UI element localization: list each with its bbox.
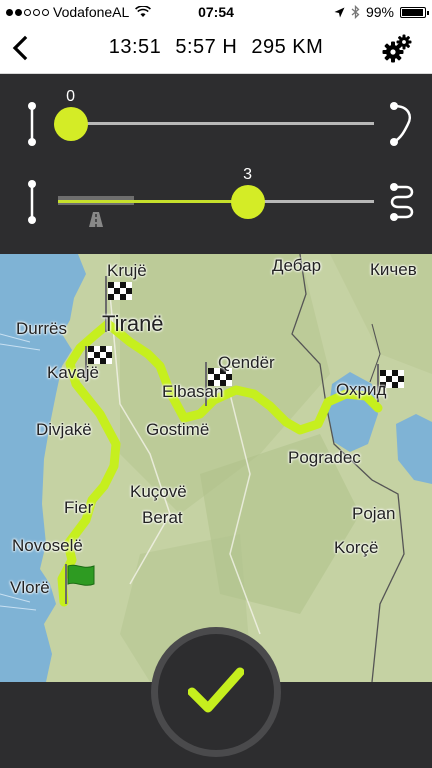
bluetooth-icon [351, 5, 360, 19]
hilliness-slider[interactable]: 3 [58, 166, 374, 227]
curviness-slider[interactable]: 0 [53, 88, 374, 141]
location-arrow-icon [334, 7, 345, 17]
map-label-qender: Qendër [218, 353, 275, 372]
battery-percent: 99% [365, 4, 394, 20]
checkmark-icon [188, 667, 244, 713]
map-label-vlore: Vlorë [10, 578, 50, 597]
map-label-berat: Berat [142, 508, 183, 527]
navigation-bar: 13:51 5:57 H 295 KM [0, 24, 432, 74]
map-label-kavaje: Kavajë [47, 363, 99, 382]
confirm-route-button[interactable] [158, 634, 274, 750]
map-label-pogradec: Pogradec [288, 448, 361, 467]
settings-button[interactable] [380, 32, 414, 66]
curviness-value: 0 [66, 88, 76, 105]
straight-road-icon[interactable] [20, 177, 50, 227]
map-label-pojan: Pojan [352, 504, 396, 523]
route-map[interactable]: Krujë Tiranë Durrës Kavajë Qendër Elbasa… [0, 254, 432, 682]
highway-icon [88, 212, 103, 227]
curviness-slider-row: 0 [0, 84, 432, 164]
map-label-novosele: Novoselë [12, 536, 83, 555]
map-label-tirane: Tiranë [102, 311, 164, 336]
map-label-kicevo: Кичев [370, 260, 417, 279]
checkered-flag-icon [108, 282, 132, 300]
route-distance: 295 KM [251, 36, 324, 58]
map-label-fier: Fier [64, 498, 94, 517]
map-label-kucove: Kuçovë [130, 482, 187, 501]
map-label-divjake: Divjakë [36, 420, 92, 439]
map-label-kruje: Krujë [107, 261, 147, 280]
start-flag-icon [67, 564, 95, 586]
route-summary: 13:51 5:57 H 295 KM [0, 36, 432, 59]
hilliness-slider-row: 3 [0, 162, 432, 242]
status-bar: VodafoneAL 07:54 99% [0, 0, 432, 24]
route-start-time: 13:51 [108, 36, 162, 58]
gears-icon [382, 34, 412, 63]
winding-road-icon[interactable] [388, 177, 418, 227]
route-preferences-panel: 0 3 [0, 74, 432, 254]
curve-icon[interactable] [388, 99, 418, 149]
straight-road-icon[interactable] [20, 99, 50, 149]
checkered-flag-icon [88, 346, 112, 364]
map-label-debar: Дебар [272, 256, 322, 275]
map-label-durres: Durrës [16, 319, 68, 338]
hilliness-slider-fill [58, 200, 248, 203]
map-label-elbasan: Elbasan [162, 382, 224, 401]
route-duration: 5:57 H [175, 36, 238, 58]
hilliness-slider-knob[interactable] [230, 185, 265, 219]
map-label-gostime: Gostimë [146, 420, 210, 439]
battery-icon [400, 6, 429, 18]
hilliness-value: 3 [243, 166, 253, 183]
map-label-korce: Korçë [334, 538, 379, 557]
curviness-slider-knob[interactable] [53, 107, 88, 141]
map-label-ohrid: Охрид [336, 380, 387, 399]
status-right: 99% [334, 4, 429, 20]
